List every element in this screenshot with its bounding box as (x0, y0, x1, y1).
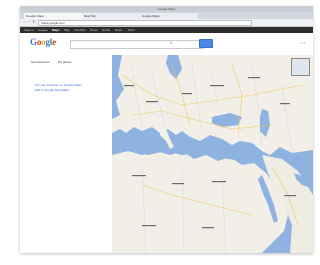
browser-toolbar: ‹ › ↻ maps.google.com (20, 19, 313, 27)
map-canvas[interactable] (112, 55, 313, 253)
left-panel: Get directions My places Put your busine… (20, 55, 113, 253)
tab-get-directions[interactable]: Get directions (31, 60, 50, 64)
reload-icon[interactable]: ↻ (32, 20, 36, 24)
google-logo: Google (30, 37, 56, 47)
search-input[interactable] (70, 40, 204, 49)
monitor-screen: Google Maps Google Maps New Tab Google M… (20, 6, 313, 253)
map-graphic (112, 55, 313, 253)
account-controls[interactable]: ▪ ▪ ▪ (300, 41, 305, 45)
forward-icon[interactable]: › (27, 20, 31, 24)
link-map-maker[interactable]: Edit in Google Map Maker (35, 88, 70, 92)
link-add-business[interactable]: Put your business on Google Maps (35, 83, 82, 87)
address-bar[interactable]: maps.google.com (38, 20, 252, 26)
browser-tab-strip: Google Maps New Tab Google Maps (20, 12, 313, 19)
maps-page: Google ⌕ ▪ ▪ ▪ Get directions My places … (20, 33, 313, 253)
back-icon[interactable]: ‹ (22, 20, 26, 24)
tab-my-places[interactable]: My places (58, 60, 72, 64)
search-icon: ⌕ (170, 40, 173, 46)
search-button[interactable] (199, 39, 213, 48)
zoom-control-icon[interactable] (291, 58, 310, 76)
